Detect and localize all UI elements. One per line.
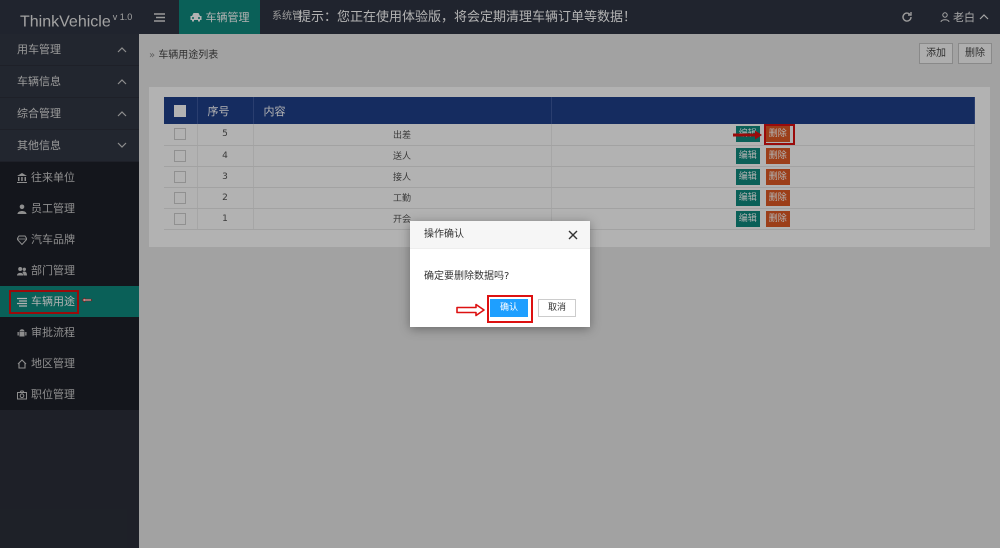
dialog-message: 确定要删除数据吗?	[424, 271, 510, 282]
dialog-title: 操作确认	[424, 229, 464, 240]
cancel-button[interactable]: 取消	[538, 299, 576, 317]
close-icon[interactable]	[568, 230, 578, 240]
arrow-right-icon	[456, 303, 485, 317]
dialog-header: 操作确认	[410, 221, 590, 249]
confirm-highlight-box	[487, 295, 533, 323]
